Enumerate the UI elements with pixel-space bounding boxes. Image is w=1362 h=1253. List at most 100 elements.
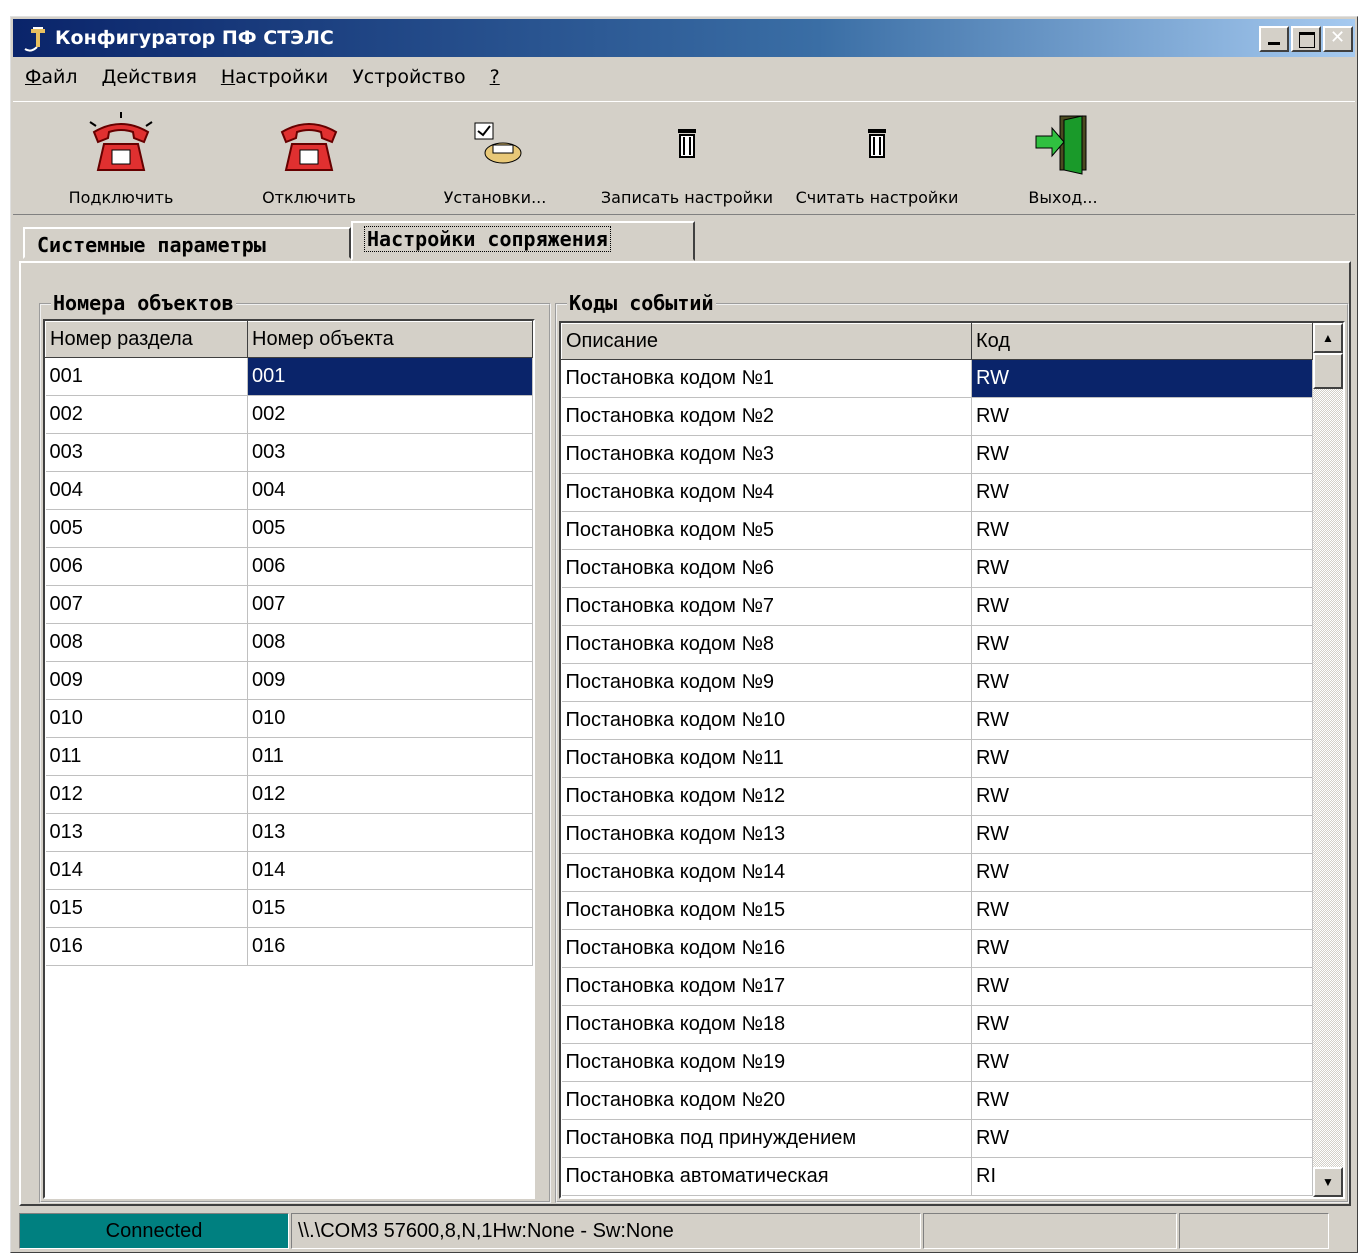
- disconnect-button[interactable]: Отключить: [219, 110, 399, 207]
- table-row[interactable]: 006 006: [45, 547, 533, 586]
- object-number-cell[interactable]: 012: [247, 775, 533, 814]
- section-number-cell[interactable]: 016: [45, 927, 248, 966]
- section-number-cell[interactable]: 013: [45, 813, 248, 852]
- section-number-cell[interactable]: 009: [45, 661, 248, 700]
- section-number-cell[interactable]: 011: [45, 737, 248, 776]
- table-row[interactable]: Постановка кодом №4 RW: [561, 473, 1313, 512]
- event-description-cell[interactable]: Постановка кодом №15: [561, 891, 972, 930]
- table-row[interactable]: Постановка кодом №8 RW: [561, 625, 1313, 664]
- object-number-cell[interactable]: 003: [247, 433, 533, 472]
- table-row[interactable]: 015 015: [45, 889, 533, 928]
- column-header-description[interactable]: Описание: [561, 323, 972, 360]
- object-number-cell[interactable]: 010: [247, 699, 533, 738]
- event-description-cell[interactable]: Постановка кодом №16: [561, 929, 972, 968]
- event-code-cell[interactable]: RW: [971, 1081, 1313, 1120]
- table-row[interactable]: Постановка кодом №12 RW: [561, 777, 1313, 816]
- object-number-cell[interactable]: 014: [247, 851, 533, 890]
- table-row[interactable]: 004 004: [45, 471, 533, 510]
- table-row[interactable]: Постановка кодом №6 RW: [561, 549, 1313, 588]
- menu-actions[interactable]: Действия: [90, 66, 209, 88]
- table-row[interactable]: Постановка кодом №11 RW: [561, 739, 1313, 778]
- event-code-cell[interactable]: RW: [971, 435, 1313, 474]
- section-number-cell[interactable]: 001: [45, 357, 248, 396]
- table-row[interactable]: 013 013: [45, 813, 533, 852]
- object-number-cell[interactable]: 001: [247, 357, 533, 396]
- object-number-cell[interactable]: 013: [247, 813, 533, 852]
- event-description-cell[interactable]: Постановка кодом №5: [561, 511, 972, 550]
- event-description-cell[interactable]: Постановка кодом №17: [561, 967, 972, 1006]
- event-code-cell[interactable]: RW: [971, 473, 1313, 512]
- column-header-section[interactable]: Номер раздела: [45, 321, 248, 358]
- section-number-cell[interactable]: 014: [45, 851, 248, 890]
- event-description-cell[interactable]: Постановка кодом №10: [561, 701, 972, 740]
- table-row[interactable]: Постановка автоматическая RI: [561, 1157, 1313, 1196]
- event-description-cell[interactable]: Постановка кодом №13: [561, 815, 972, 854]
- event-description-cell[interactable]: Постановка кодом №6: [561, 549, 972, 588]
- tab-interface-settings[interactable]: Настройки сопряжения: [351, 221, 695, 261]
- event-description-cell[interactable]: Постановка автоматическая: [561, 1157, 972, 1196]
- table-row[interactable]: Постановка кодом №20 RW: [561, 1081, 1313, 1120]
- table-row[interactable]: Постановка под принуждением RW: [561, 1119, 1313, 1158]
- event-description-cell[interactable]: Постановка кодом №20: [561, 1081, 972, 1120]
- section-number-cell[interactable]: 006: [45, 547, 248, 586]
- event-description-cell[interactable]: Постановка кодом №19: [561, 1043, 972, 1082]
- event-description-cell[interactable]: Постановка кодом №4: [561, 473, 972, 512]
- event-code-cell[interactable]: RW: [971, 929, 1313, 968]
- section-number-cell[interactable]: 015: [45, 889, 248, 928]
- event-code-cell[interactable]: RW: [971, 663, 1313, 702]
- table-row[interactable]: Постановка кодом №17 RW: [561, 967, 1313, 1006]
- tab-system-params[interactable]: Системные параметры: [23, 227, 351, 259]
- event-code-cell[interactable]: RW: [971, 1119, 1313, 1158]
- section-number-cell[interactable]: 008: [45, 623, 248, 662]
- event-code-cell[interactable]: RW: [971, 967, 1313, 1006]
- table-row[interactable]: 014 014: [45, 851, 533, 890]
- event-description-cell[interactable]: Постановка кодом №18: [561, 1005, 972, 1044]
- table-row[interactable]: 007 007: [45, 585, 533, 624]
- object-number-cell[interactable]: 006: [247, 547, 533, 586]
- events-scrollbar[interactable]: ▲ ▼: [1313, 323, 1343, 1197]
- object-number-cell[interactable]: 002: [247, 395, 533, 434]
- section-number-cell[interactable]: 010: [45, 699, 248, 738]
- event-code-cell[interactable]: RW: [971, 511, 1313, 550]
- table-row[interactable]: Постановка кодом №16 RW: [561, 929, 1313, 968]
- event-description-cell[interactable]: Постановка кодом №14: [561, 853, 972, 892]
- menu-device[interactable]: Устройство: [340, 66, 477, 88]
- event-description-cell[interactable]: Постановка кодом №7: [561, 587, 972, 626]
- table-row[interactable]: 002 002: [45, 395, 533, 434]
- object-number-cell[interactable]: 008: [247, 623, 533, 662]
- column-header-code[interactable]: Код: [971, 323, 1313, 360]
- table-row[interactable]: Постановка кодом №5 RW: [561, 511, 1313, 550]
- table-row[interactable]: 003 003: [45, 433, 533, 472]
- table-row[interactable]: Постановка кодом №10 RW: [561, 701, 1313, 740]
- table-row[interactable]: Постановка кодом №2 RW: [561, 397, 1313, 436]
- event-description-cell[interactable]: Постановка кодом №2: [561, 397, 972, 436]
- table-row[interactable]: Постановка кодом №15 RW: [561, 891, 1313, 930]
- settings-button[interactable]: Установки...: [405, 110, 585, 207]
- table-row[interactable]: Постановка кодом №1 RW: [561, 359, 1313, 398]
- event-code-cell[interactable]: RW: [971, 891, 1313, 930]
- event-code-cell[interactable]: RW: [971, 587, 1313, 626]
- object-number-cell[interactable]: 005: [247, 509, 533, 548]
- column-header-object[interactable]: Номер объекта: [247, 321, 533, 358]
- table-row[interactable]: 009 009: [45, 661, 533, 700]
- event-code-cell[interactable]: RW: [971, 397, 1313, 436]
- event-description-cell[interactable]: Постановка кодом №9: [561, 663, 972, 702]
- title-bar[interactable]: Конфигуратор ПФ СТЭЛС ✕: [13, 19, 1355, 57]
- table-row[interactable]: Постановка кодом №18 RW: [561, 1005, 1313, 1044]
- object-number-cell[interactable]: 011: [247, 737, 533, 776]
- section-number-cell[interactable]: 012: [45, 775, 248, 814]
- table-row[interactable]: Постановка кодом №7 RW: [561, 587, 1313, 626]
- object-number-cell[interactable]: 004: [247, 471, 533, 510]
- section-number-cell[interactable]: 002: [45, 395, 248, 434]
- object-number-cell[interactable]: 009: [247, 661, 533, 700]
- close-button[interactable]: ✕: [1323, 26, 1353, 52]
- table-row[interactable]: Постановка кодом №14 RW: [561, 853, 1313, 892]
- event-description-cell[interactable]: Постановка под принуждением: [561, 1119, 972, 1158]
- object-number-cell[interactable]: 015: [247, 889, 533, 928]
- scroll-down-button[interactable]: ▼: [1313, 1167, 1343, 1197]
- maximize-button[interactable]: [1291, 26, 1321, 52]
- exit-button[interactable]: Выход...: [973, 110, 1153, 207]
- table-row[interactable]: 001 001: [45, 357, 533, 396]
- menu-help[interactable]: ?: [478, 66, 512, 88]
- event-code-cell[interactable]: RW: [971, 1005, 1313, 1044]
